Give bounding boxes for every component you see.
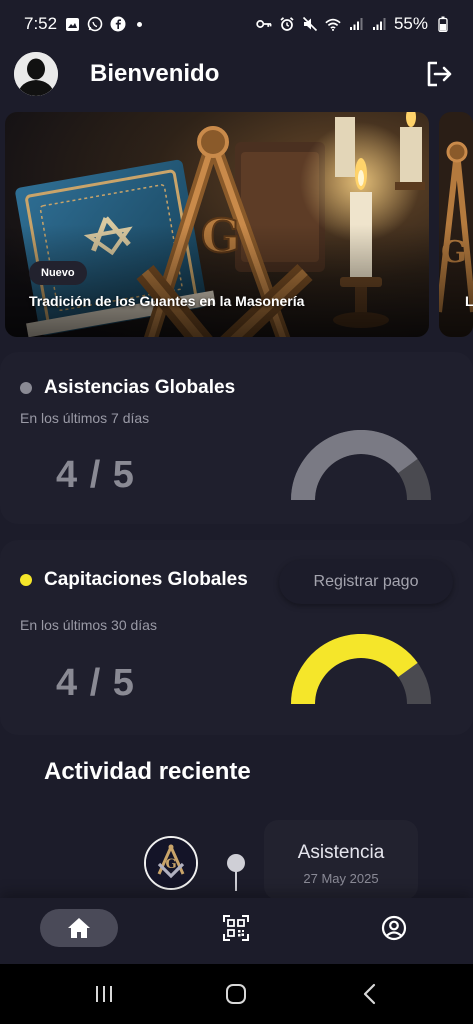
back-button[interactable] (356, 982, 384, 1006)
nav-home[interactable] (40, 909, 118, 947)
status-bar: 7:52 55% (0, 0, 473, 48)
register-payment-button[interactable]: Registrar pago (279, 560, 453, 604)
page-title: Bienvenido (90, 60, 220, 87)
logout-button[interactable] (423, 58, 455, 90)
signal-2-icon (371, 16, 387, 32)
profile-icon (381, 915, 407, 941)
attendance-gauge (291, 430, 431, 501)
attendance-subtitle: En los últimos 7 días (20, 410, 150, 426)
recent-apps-button[interactable] (90, 982, 118, 1006)
timeline-pin-icon (227, 854, 245, 891)
attendance-card: Asistencias Globales En los últimos 7 dí… (0, 352, 473, 524)
key-icon (256, 16, 272, 32)
attendance-value: 4 / 5 (56, 454, 135, 496)
battery-icon (435, 16, 451, 32)
square-compass-icon: G (146, 838, 196, 888)
attendance-status-dot (20, 382, 32, 394)
notification-dot-icon (137, 21, 143, 27)
signal-1-icon (348, 16, 364, 32)
capitations-value: 4 / 5 (56, 662, 135, 704)
news-card[interactable]: G Nuevo Tradición de los Guantes en la M… (5, 112, 429, 337)
attendance-title: Asistencias Globales (44, 377, 236, 398)
qr-code-icon (223, 915, 249, 941)
news-card-next[interactable]: G L (439, 112, 473, 337)
wifi-icon (325, 16, 341, 32)
back-icon (363, 983, 376, 1005)
system-navigation-bar (0, 964, 473, 1024)
facebook-icon (110, 16, 126, 32)
activity-label: Asistencia (297, 842, 385, 863)
nav-profile[interactable] (378, 910, 410, 946)
activity-card[interactable]: Asistencia 27 May 2025 (264, 820, 418, 900)
svg-text:G: G (166, 857, 177, 872)
battery-percent: 55% (393, 14, 428, 33)
logout-icon (427, 61, 452, 87)
capitations-gauge (291, 634, 431, 705)
home-system-icon (226, 984, 246, 1004)
news-title: Tradición de los Guantes en la Masonería (29, 293, 305, 309)
alarm-icon (279, 16, 295, 32)
capitations-subtitle: En los últimos 30 días (20, 617, 157, 633)
mute-icon (302, 16, 318, 32)
recent-activity-title: Actividad reciente (44, 758, 251, 785)
news-carousel[interactable]: G Nuevo Tradición de los Guantes en la M… (5, 112, 473, 337)
news-tag-badge: Nuevo (29, 261, 87, 285)
activity-date: 27 May 2025 (303, 871, 379, 886)
capitations-status-dot (20, 574, 32, 586)
nav-qr-scanner[interactable] (220, 910, 252, 946)
whatsapp-icon (87, 16, 103, 32)
capitations-title: Capitaciones Globales (44, 569, 248, 590)
gallery-icon (64, 16, 80, 32)
lodge-logo: G (144, 836, 198, 890)
home-system-button[interactable] (222, 982, 250, 1006)
avatar[interactable] (14, 52, 58, 96)
bottom-navigation (0, 898, 473, 964)
news-title-next: L (465, 293, 473, 309)
user-silhouette-icon (14, 52, 58, 96)
home-icon (68, 918, 90, 938)
app-header: Bienvenido (0, 48, 473, 100)
recent-apps-icon (96, 986, 112, 1002)
status-time: 7:52 (24, 14, 58, 33)
capitations-card: Capitaciones Globales Registrar pago En … (0, 540, 473, 735)
